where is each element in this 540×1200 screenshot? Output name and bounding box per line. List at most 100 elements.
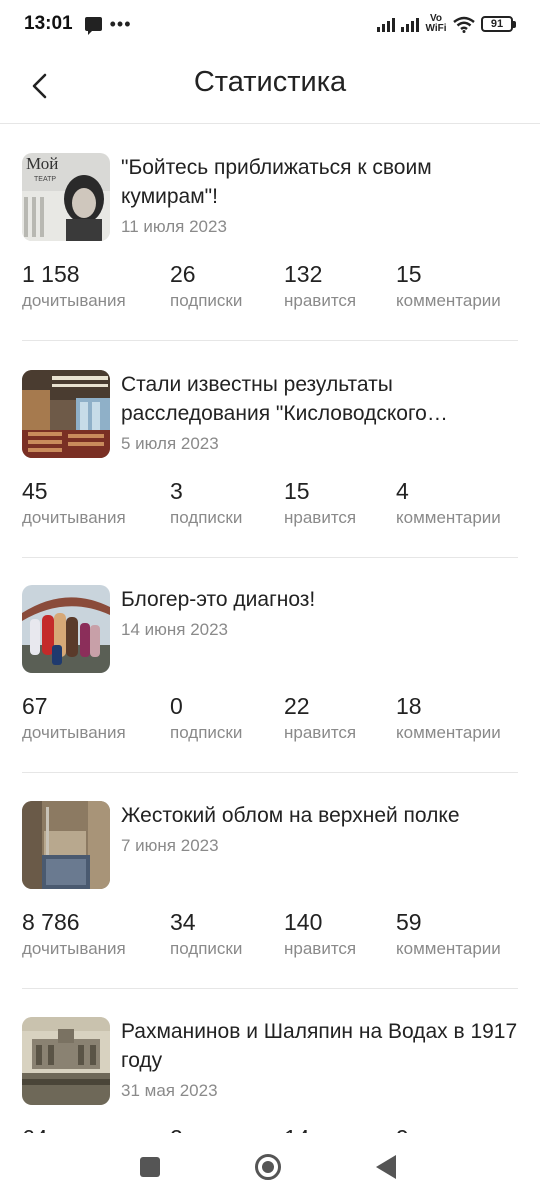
stat-label: комментарии [396,939,501,958]
stat-comments: 4 комментарии [396,477,501,529]
stat-value: 45 [22,478,48,504]
stat-subscriptions: 26 подписки [170,260,242,312]
stat-label: подписки [170,291,243,310]
stat-label: подписки [170,508,243,527]
stat-reads: 67 дочитывания [22,692,126,744]
stat-value: 15 [284,478,310,504]
article-date: 5 июля 2023 [121,434,219,453]
status-bar: 13:01 ••• Vo WiFi 91 [0,0,540,48]
stat-reads: 8 786 дочитывания [22,908,126,960]
stat-likes: 22 нравится [284,692,356,744]
article-card[interactable]: Мой ТЕАТР "Бойтесь приближаться к своим … [22,125,518,341]
article-card[interactable]: Жестокий облом на верхней полке 7 июня 2… [22,773,518,989]
stat-value: 67 [22,693,48,719]
stat-value: 22 [284,693,310,719]
stat-likes: 140 нравится [284,908,356,960]
battery-icon: 91 [481,16,516,32]
stat-label: нравится [284,939,357,958]
stat-subscriptions: 2подписки [170,1124,242,1133]
stat-label: дочитывания [22,508,126,527]
stat-value: 18 [396,693,422,719]
stat-label: подписки [170,723,243,742]
app-header: Статистика [0,48,540,124]
stat-subscriptions: 3 подписки [170,477,242,529]
stat-comments: 9комментарии [396,1124,501,1133]
stat-subscriptions: 34 подписки [170,908,242,960]
article-date: 7 июня 2023 [121,836,219,855]
stat-label: нравится [284,723,357,742]
stat-label: дочитывания [22,723,126,742]
stat-reads: 45 дочитывания [22,477,126,529]
article-card[interactable]: Стали известны результаты расследования … [22,342,518,558]
wifi-icon [453,16,475,33]
article-stats: 64дочитывания 2подписки 14нравится 9комм… [22,1124,518,1133]
stat-comments: 15 комментарии [396,260,501,312]
stat-value: 8 786 [22,909,80,935]
thumb-logo-sub: ТЕАТР [34,176,56,183]
stat-value: 59 [396,909,422,935]
article-stats: 1 158 дочитывания 26 подписки 132 нравится … [22,260,518,320]
article-thumbnail [22,1017,110,1105]
stat-label: нравится [284,508,357,527]
article-card[interactable]: Блогер-это диагноз! 14 июня 2023 67 дочит… [22,557,518,773]
article-stats: 45 дочитывания 3 подписки 15 нравится 4 комм… [22,477,518,537]
article-stats: 67 дочитывания 0 подписки 22 нравится 18 ком… [22,692,518,752]
article-thumbnail [22,370,110,458]
article-title[interactable]: Блогер-это диагноз! [121,585,518,614]
article-thumbnail [22,585,110,673]
system-nav-bar [0,1133,540,1200]
stat-value: 26 [170,261,196,287]
article-title[interactable]: Рахманинов и Шаляпин на Водах в 1917 год… [121,1017,518,1075]
stat-value: 132 [284,261,323,287]
stat-likes: 15 нравится [284,477,356,529]
more-dots-icon: ••• [109,14,132,34]
page-title: Статистика [193,66,347,98]
signal-icon [377,16,395,32]
status-time: 13:01 [24,13,73,34]
stat-value: 2 [170,1124,242,1133]
stat-reads: 64дочитывания [22,1124,126,1133]
home-circle-icon[interactable] [255,1154,281,1180]
stat-reads: 1 158 дочитывания [22,260,126,312]
stat-label: дочитывания [22,291,126,310]
article-stats: 8 786 дочитывания 34 подписки 140 нравится … [22,908,518,968]
recents-square-icon[interactable] [140,1157,160,1177]
stat-label: комментарии [396,723,501,742]
stat-label: нравится [284,291,357,310]
article-title[interactable]: Жестокий облом на верхней полке [121,801,518,830]
battery-level: 91 [481,16,513,32]
stat-label: подписки [170,939,243,958]
article-thumbnail [22,801,110,889]
message-icon [84,17,102,35]
stat-label: дочитывания [22,939,126,958]
article-date: 14 июня 2023 [121,620,229,639]
stat-value: 64 [22,1124,126,1133]
stat-likes: 14нравится [284,1124,356,1133]
stat-comments: 59 комментарии [396,908,501,960]
article-thumbnail: Мой ТЕАТР [22,153,110,241]
article-card[interactable]: Рахманинов и Шаляпин на Водах в 1917 год… [22,989,518,1133]
stat-label: комментарии [396,508,501,527]
stat-subscriptions: 0 подписки [170,692,242,744]
stat-likes: 132 нравится [284,260,356,312]
stat-value: 14 [284,1124,356,1133]
signal-icon [401,16,419,32]
stat-label: комментарии [396,291,501,310]
article-stats-list[interactable]: Мой ТЕАТР "Бойтесь приближаться к своим … [0,125,540,1133]
stat-value: 34 [170,909,196,935]
stat-value: 1 158 [22,261,80,287]
article-title[interactable]: Стали известны результаты расследования … [121,370,518,428]
article-date: 31 мая 2023 [121,1081,218,1100]
volte-icon: Vo WiFi [425,13,447,34]
stat-value: 15 [396,261,422,287]
stat-value: 140 [284,909,323,935]
thumb-logo-text: Мой [26,154,58,173]
stat-value: 3 [170,478,183,504]
stat-comments: 18 комментарии [396,692,501,744]
stat-value: 9 [396,1124,501,1133]
stat-value: 0 [170,693,183,719]
stat-value: 4 [396,478,409,504]
article-title[interactable]: "Бойтесь приближаться к своим кумирам"! [121,153,518,211]
article-date: 11 июля 2023 [121,217,227,236]
back-triangle-icon[interactable] [376,1155,396,1179]
